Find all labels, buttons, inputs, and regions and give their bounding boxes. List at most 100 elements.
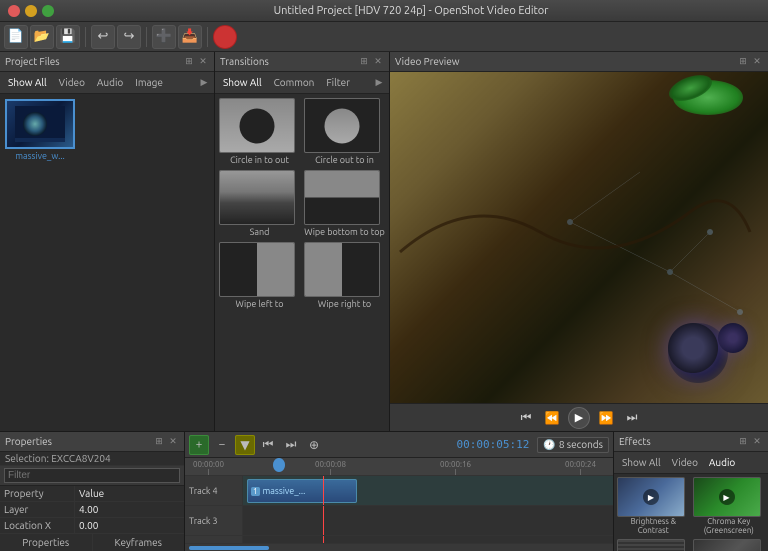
undo-button[interactable]: ↩ <box>91 25 115 49</box>
transitions-title: Transitions <box>220 56 269 67</box>
video-preview-expand[interactable]: ⊞ <box>737 56 749 68</box>
ruler-line-16 <box>455 469 456 475</box>
window-title: Untitled Project [HDV 720 24p] - OpenSho… <box>62 5 760 17</box>
ruler-mark-8: 00:00:08 <box>315 460 346 475</box>
properties-close[interactable]: ✕ <box>167 436 179 448</box>
snap-button[interactable]: ⊕ <box>304 435 324 455</box>
minimize-button[interactable] <box>25 5 37 17</box>
effect-chroma[interactable]: ▶ Chroma Key(Greenscreen) <box>693 477 766 536</box>
tab-properties[interactable]: Properties <box>0 534 93 551</box>
close-button[interactable] <box>8 5 20 17</box>
transition-sand[interactable]: Sand <box>219 170 300 238</box>
tab-video-effects[interactable]: Video <box>668 456 702 469</box>
effect-thumb-deinterlace: ▶ <box>617 539 685 551</box>
effects-content: ▶ Brightness &Contrast ▶ Chroma Key(Gree… <box>614 474 768 551</box>
props-name-location-x: Location X <box>0 518 75 533</box>
video-frame <box>390 72 768 403</box>
jump-start-button[interactable]: ⏮ <box>258 435 278 455</box>
track-2-content[interactable] <box>243 536 613 543</box>
project-files-close[interactable]: ✕ <box>197 56 209 68</box>
timeline-scroll-thumb[interactable] <box>189 546 269 550</box>
video-preview-controls: ⊞ ✕ <box>737 56 763 68</box>
tab-audio-effects[interactable]: Audio <box>705 456 739 469</box>
project-file-item[interactable]: massive_w... <box>5 99 75 161</box>
tab-show-all-project[interactable]: Show All <box>4 76 51 89</box>
track-2-label: Track 2 <box>185 536 243 543</box>
props-row-layer[interactable]: Layer 4.00 <box>0 502 184 518</box>
add-track-button[interactable]: + <box>189 435 209 455</box>
timeline-ruler[interactable]: 00:00:00 00:00:08 00:00:16 00:00:24 00:0… <box>185 458 613 476</box>
transition-circle-in[interactable]: Circle in to out <box>219 98 300 166</box>
tab-common-transitions[interactable]: Common <box>270 76 319 89</box>
properties-filter-input[interactable] <box>4 468 180 483</box>
maximize-button[interactable] <box>42 5 54 17</box>
new-button[interactable]: 📄 <box>4 25 28 49</box>
video-preview-close[interactable]: ✕ <box>751 56 763 68</box>
remove-track-button[interactable]: − <box>212 435 232 455</box>
transitions-controls: ⊞ ✕ <box>358 56 384 68</box>
timeline-toolbar: + − ▼ ⏮ ⏭ ⊕ 00:00:05:12 🕐 8 seconds <box>185 432 613 458</box>
transition-circle-out[interactable]: Circle out to in <box>304 98 385 166</box>
project-files-panel: Project Files ⊞ ✕ Show All Video Audio I… <box>0 52 215 431</box>
tab-filter-transitions[interactable]: Filter <box>322 76 354 89</box>
transitions-expand[interactable]: ⊞ <box>358 56 370 68</box>
effects-title: Effects <box>619 436 651 447</box>
play-button[interactable]: ▶ <box>568 407 590 429</box>
tab-audio-project[interactable]: Audio <box>93 76 127 89</box>
filter-timeline-button[interactable]: ▼ <box>235 435 255 455</box>
effect-label-brightness: Brightness &Contrast <box>617 518 690 536</box>
transition-wipe-bottom[interactable]: Wipe bottom to top <box>304 170 385 238</box>
project-files-expand[interactable]: ⊞ <box>183 56 195 68</box>
effects-expand[interactable]: ⊞ <box>737 436 749 448</box>
window-controls[interactable] <box>8 5 54 17</box>
effect-deinterlace[interactable]: ▶ Deinterlace <box>617 539 690 551</box>
jump-end-button[interactable]: ⏭ <box>281 435 301 455</box>
effect-alphamask[interactable]: ▶ Alpha Mask/Wipe Tra... <box>693 539 766 551</box>
transition-wipe-right[interactable]: Wipe right to <box>304 242 385 310</box>
main-panels: Project Files ⊞ ✕ Show All Video Audio I… <box>0 52 768 431</box>
transition-wipe-left[interactable]: Wipe left to <box>219 242 300 310</box>
tab-show-all-transitions[interactable]: Show All <box>219 76 266 89</box>
project-files-content: massive_w... <box>0 94 214 431</box>
effect-thumb-chroma: ▶ <box>693 477 761 517</box>
redo-button[interactable]: ↪ <box>117 25 141 49</box>
timeline-scrollbar[interactable] <box>185 543 613 551</box>
tab-keyframes[interactable]: Keyframes <box>93 534 185 551</box>
clip-massive[interactable]: 1 massive_... <box>247 479 357 503</box>
playhead-line-2 <box>323 536 324 543</box>
properties-expand[interactable]: ⊞ <box>153 436 165 448</box>
effects-header: Effects ⊞ ✕ <box>614 432 768 452</box>
project-tab-more[interactable]: ▶ <box>198 77 210 89</box>
props-col-value: Value <box>75 486 184 501</box>
clock-icon: 🕐 <box>543 439 555 451</box>
transition-visual-wipe-right <box>305 242 379 297</box>
skip-to-start-button[interactable]: ⏮ <box>516 408 536 428</box>
import-button[interactable]: 📥 <box>178 25 202 49</box>
record-button[interactable] <box>213 25 237 49</box>
transition-label-circle-in: Circle in to out <box>219 155 300 166</box>
add-button[interactable]: ➕ <box>152 25 176 49</box>
skip-to-end-button[interactable]: ⏭ <box>622 408 642 428</box>
rewind-button[interactable]: ⏪ <box>542 408 562 428</box>
open-button[interactable]: 📂 <box>30 25 54 49</box>
save-button[interactable]: 💾 <box>56 25 80 49</box>
effects-close[interactable]: ✕ <box>751 436 763 448</box>
clip-number: 1 <box>251 487 260 496</box>
properties-table: Property Value Layer 4.00 Location X 0.0… <box>0 486 184 533</box>
props-row-location-x[interactable]: Location X 0.00 <box>0 518 184 533</box>
tab-video-project[interactable]: Video <box>55 76 89 89</box>
track-4-content[interactable]: 1 massive_... <box>243 476 613 505</box>
fast-forward-button[interactable]: ⏩ <box>596 408 616 428</box>
transition-label-wipe-left: Wipe left to <box>219 299 300 310</box>
props-col-property: Property <box>0 486 75 501</box>
transitions-close[interactable]: ✕ <box>372 56 384 68</box>
tab-image-project[interactable]: Image <box>131 76 167 89</box>
transitions-panel: Transitions ⊞ ✕ Show All Common Filter ▶… <box>215 52 390 431</box>
transitions-tab-more[interactable]: ▶ <box>373 77 385 89</box>
track-3-content[interactable] <box>243 506 613 535</box>
effect-brightness[interactable]: ▶ Brightness &Contrast <box>617 477 690 536</box>
track-3-label: Track 3 <box>185 506 243 535</box>
track-4-label: Track 4 <box>185 476 243 505</box>
transition-thumb-wipe-bottom <box>304 170 380 225</box>
tab-show-all-effects[interactable]: Show All <box>618 456 665 469</box>
